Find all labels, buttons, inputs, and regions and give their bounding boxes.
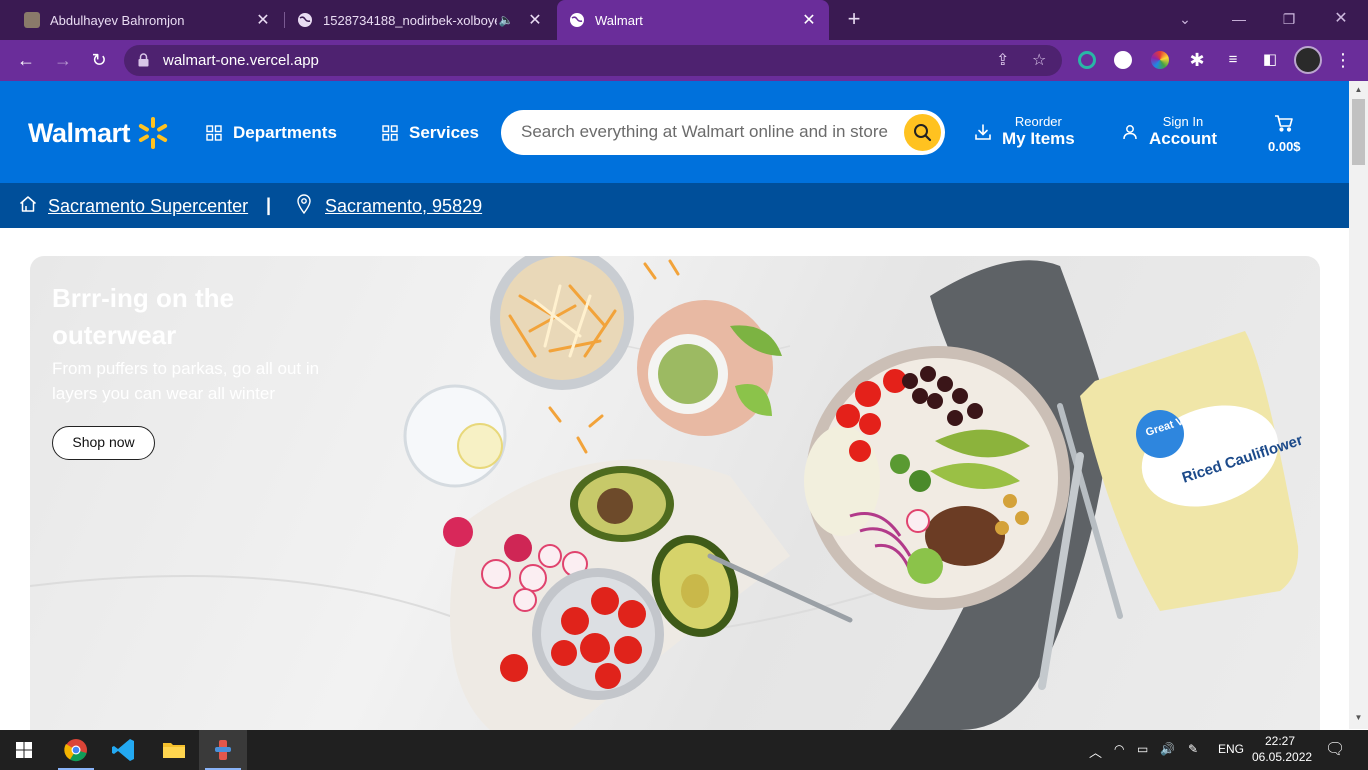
services-button[interactable]: Services — [382, 123, 479, 143]
windows-icon — [16, 742, 32, 758]
walmart-logo[interactable]: Walmart — [28, 116, 170, 150]
cart-icon — [1275, 115, 1294, 132]
search-icon — [914, 124, 932, 142]
file-explorer-taskbar-button[interactable] — [150, 730, 198, 770]
restore-button[interactable]: ❐ — [1264, 0, 1314, 40]
search-button[interactable] — [904, 114, 941, 151]
avatar-icon — [24, 12, 40, 28]
back-button[interactable]: ← — [13, 48, 39, 74]
speaker-icon[interactable]: 🔈 — [497, 13, 515, 27]
color-picker-icon[interactable] — [1151, 51, 1169, 69]
clock-time: 22:27 — [1264, 734, 1296, 748]
extension-icon[interactable] — [1078, 51, 1096, 69]
globe-icon — [297, 12, 313, 28]
hero-banner: Great Value Riced Cauliflower Brrr-ing o… — [30, 256, 1320, 730]
media-control-icon[interactable]: ≡ — [1220, 48, 1246, 74]
share-icon[interactable]: ⇪ — [996, 50, 1009, 70]
reorder-big-label: My Items — [1002, 129, 1075, 148]
divider: | — [266, 195, 272, 215]
menu-icon[interactable]: ⋮ — [1330, 48, 1356, 74]
hero-title: Brrr-ing on the outerwear — [52, 283, 234, 350]
app-taskbar-button[interactable] — [199, 730, 247, 770]
side-panel-icon[interactable]: ◧ — [1257, 48, 1283, 74]
forward-button[interactable]: → — [50, 48, 76, 74]
tab-title: Abdulhayev Bahromjon — [50, 12, 185, 28]
page-scrollbar[interactable]: ▲ ▼ — [1349, 81, 1368, 729]
browser-tab[interactable]: 1528734188_nodirbek-xolboye 🔈 ✕ — [285, 0, 555, 40]
new-tab-button[interactable]: + — [842, 8, 866, 32]
reorder-small-label: Reorder — [1014, 114, 1062, 129]
profile-avatar[interactable] — [1294, 46, 1322, 74]
reorder-button[interactable]: Reorder My Items — [974, 114, 1075, 149]
pen-icon[interactable]: ✎ — [1188, 742, 1198, 756]
wifi-icon[interactable]: ◠ — [1114, 742, 1124, 756]
language-indicator[interactable]: ENG — [1218, 742, 1244, 756]
departments-button[interactable]: Departments — [206, 123, 337, 143]
hero-subtitle: From puffers to parkas, go all out in la… — [52, 359, 320, 403]
services-label: Services — [409, 123, 479, 142]
vscode-taskbar-button[interactable] — [100, 730, 148, 770]
globe-icon — [569, 12, 585, 28]
reload-button[interactable]: ↻ — [86, 48, 112, 74]
tab-search-icon[interactable]: ⌄ — [1160, 0, 1210, 40]
chrome-icon — [64, 739, 87, 762]
folder-icon — [163, 743, 185, 758]
close-icon[interactable]: ✕ — [523, 10, 547, 30]
site-header: Walmart Departments Services Reorder — [0, 81, 1349, 183]
hero-text-block: Brrr-ing on the outerwear From puffers t… — [52, 280, 352, 406]
shop-now-button[interactable]: Shop now — [52, 426, 155, 460]
notification-icon[interactable]: 🗨 — [1325, 739, 1345, 759]
app-icon — [215, 740, 231, 760]
logo-text: Walmart — [28, 117, 131, 148]
location-pin-icon — [297, 194, 311, 214]
start-button[interactable] — [0, 730, 48, 770]
browser-tab-bar: Abdulhayev Bahromjon ✕ 1528734188_nodirb… — [0, 0, 1368, 40]
tab-title: 1528734188_nodirbek-xolboye — [323, 12, 497, 28]
user-icon — [1123, 124, 1137, 139]
browser-tab[interactable]: Abdulhayev Bahromjon ✕ — [0, 0, 283, 40]
close-icon[interactable]: ✕ — [797, 10, 821, 30]
scroll-down-arrow[interactable]: ▼ — [1353, 713, 1364, 722]
browser-tab-active[interactable]: Walmart ✕ — [557, 0, 829, 40]
departments-label: Departments — [233, 123, 337, 142]
battery-icon[interactable]: ▭ — [1137, 742, 1148, 756]
extension-icon[interactable] — [1114, 51, 1132, 69]
volume-icon[interactable]: 🔊 — [1160, 742, 1175, 756]
store-link[interactable]: Sacramento Supercenter — [48, 196, 248, 217]
search-bar — [501, 110, 945, 155]
browser-toolbar: ← → ↻ walmart-one.vercel.app ⇪ ☆ ✱ ≡ ◧ ⋮ — [0, 40, 1368, 81]
location-link[interactable]: Sacramento, 95829 — [325, 196, 482, 217]
bookmark-star-icon[interactable]: ☆ — [1032, 50, 1046, 70]
url-text: walmart-one.vercel.app — [163, 52, 319, 69]
download-icon — [975, 123, 991, 140]
chevron-up-icon[interactable]: ︿ — [1089, 742, 1102, 761]
system-clock[interactable]: 22:27 06.05.2022 — [1252, 733, 1313, 765]
chrome-taskbar-button[interactable] — [52, 730, 100, 770]
home-icon — [20, 196, 36, 212]
cart-total: 0.00$ — [1268, 139, 1301, 154]
grid-icon — [206, 125, 222, 141]
account-button[interactable]: Sign In Account — [1121, 114, 1217, 149]
puzzle-icon[interactable]: ✱ — [1184, 48, 1210, 74]
vscode-icon — [112, 739, 134, 761]
os-taskbar: ︿ ◠ ▭ 🔊 ✎ ENG 22:27 06.05.2022 🗨 — [0, 730, 1368, 770]
scrollbar-thumb[interactable] — [1352, 99, 1365, 165]
address-bar[interactable]: walmart-one.vercel.app ⇪ ☆ — [124, 45, 1062, 76]
signin-small-label: Sign In — [1162, 114, 1204, 129]
spark-icon — [138, 117, 168, 149]
tab-title: Walmart — [595, 12, 643, 28]
cart-button[interactable]: 0.00$ — [1268, 114, 1301, 154]
window-close-button[interactable]: ✕ — [1316, 0, 1366, 40]
search-input[interactable] — [521, 121, 891, 143]
clock-date: 06.05.2022 — [1252, 750, 1313, 764]
close-icon[interactable]: ✕ — [251, 10, 275, 30]
lock-icon — [138, 53, 149, 67]
minimize-button[interactable]: — — [1214, 0, 1264, 40]
grid-icon — [382, 125, 398, 141]
store-bar: Sacramento Supercenter | Sacramento, 958… — [0, 183, 1349, 228]
account-label: Account — [1149, 129, 1217, 148]
scroll-up-arrow[interactable]: ▲ — [1353, 85, 1364, 94]
